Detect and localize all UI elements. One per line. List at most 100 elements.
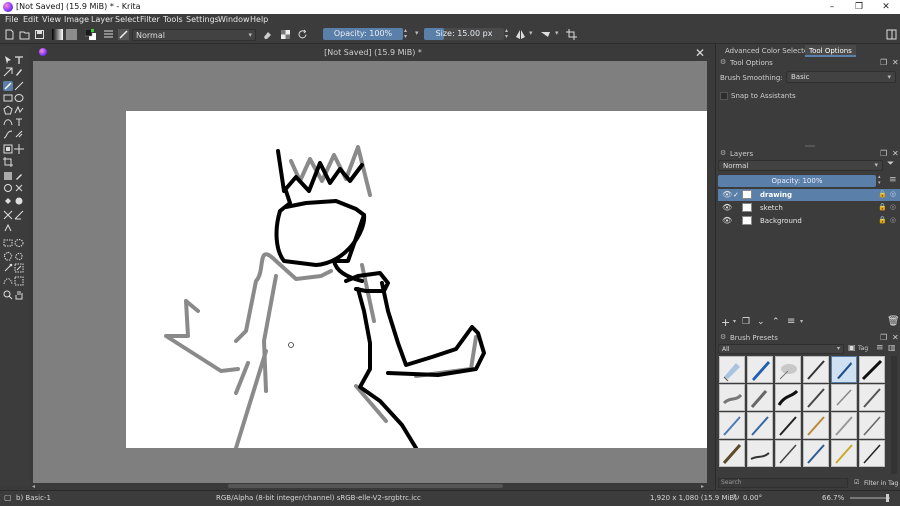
float-docker-icon[interactable]: ❐ <box>880 58 887 67</box>
color-picker-icon[interactable] <box>14 171 24 181</box>
save-icon[interactable] <box>34 29 45 40</box>
zoom-value[interactable]: 66.7% <box>822 494 844 502</box>
contiguous-select-icon[interactable] <box>3 263 13 273</box>
brush-preset-thin-pen[interactable] <box>775 440 801 467</box>
polyline-tool-icon[interactable] <box>14 105 24 115</box>
colorize-mask-icon[interactable] <box>3 183 13 193</box>
brush-preset-ink-fine[interactable] <box>859 440 885 467</box>
gradient-tool-icon[interactable] <box>3 171 13 181</box>
zoom-tool-icon[interactable] <box>3 290 13 300</box>
opacity-slider[interactable]: Opacity: 100% <box>323 28 403 40</box>
rotation-icon[interactable]: ↻ <box>733 493 740 502</box>
bezier-curve-icon[interactable] <box>3 117 13 127</box>
menu-file[interactable]: File <box>5 15 18 24</box>
delete-layer-icon[interactable]: 🗑 <box>887 316 900 327</box>
pan-tool-icon[interactable] <box>14 290 24 300</box>
smart-patch-icon[interactable] <box>14 183 24 193</box>
edit-shapes-icon[interactable] <box>3 67 13 77</box>
layer-row-drawing[interactable]: 👁 ✓ drawing 🔒 ◎ <box>718 189 900 201</box>
calligraphy-icon[interactable] <box>14 67 24 77</box>
magnetic-select-icon[interactable] <box>14 276 24 286</box>
bezier-select-icon[interactable] <box>3 276 13 286</box>
freehand-brush-icon[interactable] <box>3 81 13 91</box>
layer-properties-dropdown-icon[interactable]: ▾ <box>800 318 803 325</box>
tag-icon[interactable]: ▣ <box>848 343 856 352</box>
layer-alpha-icon[interactable]: ◎ <box>890 190 896 198</box>
size-stepper-icon[interactable]: ▴ ▾ <box>505 28 508 40</box>
rectangle-tool-icon[interactable] <box>3 93 13 103</box>
rect-select-icon[interactable] <box>3 238 13 248</box>
rotation-value[interactable]: 0.00° <box>743 494 762 502</box>
brush-preset-pen[interactable] <box>747 356 773 383</box>
mirror-v-dropdown-icon[interactable]: ▾ <box>555 29 559 37</box>
close-presets-icon[interactable]: ✕ <box>892 333 899 342</box>
menu-filter[interactable]: Filter <box>140 15 160 24</box>
menu-layer[interactable]: Layer <box>91 15 113 24</box>
snap-checkbox[interactable] <box>720 92 728 100</box>
layer-opacity-stepper-icon[interactable]: ▴ ▾ <box>878 174 881 186</box>
layer-menu-icon[interactable]: ≡ <box>889 175 897 185</box>
polygon-tool-icon[interactable] <box>3 105 13 115</box>
reference-images-icon[interactable] <box>3 223 13 233</box>
opacity-dropdown-icon[interactable]: ▾ <box>415 29 419 37</box>
select-shapes-icon[interactable] <box>3 55 13 65</box>
enclose-fill-icon[interactable] <box>14 196 24 206</box>
duplicate-layer-icon[interactable]: ❐ <box>742 317 750 327</box>
layer-properties-icon[interactable]: ≡ <box>787 316 795 327</box>
layer-blend-mode-dropdown[interactable]: Normal ▾ <box>718 160 883 171</box>
current-brush-name[interactable]: b) Basic-1 <box>16 494 51 502</box>
open-document-icon[interactable] <box>19 29 30 40</box>
multibrush-icon[interactable] <box>14 129 24 139</box>
menu-settings[interactable]: Settings <box>186 15 219 24</box>
tab-advanced-color-selector[interactable]: Advanced Color Selector <box>721 45 815 57</box>
assistant-tool-icon[interactable] <box>3 210 13 220</box>
add-layer-icon[interactable]: + <box>721 316 730 329</box>
layer-row-background[interactable]: 👁 Background 🔒 ◎ <box>718 215 900 227</box>
dynamic-brush-icon[interactable] <box>3 129 13 139</box>
layer-filter-icon[interactable]: ⏷ <box>887 159 894 169</box>
document-tab[interactable]: [Not Saved] (15.9 MiB) * ✕ <box>31 44 715 61</box>
layer-opacity-slider[interactable]: Opacity: 100% <box>718 175 876 187</box>
move-layer-up-icon[interactable]: ⌃ <box>772 317 780 327</box>
minimize-button[interactable]: – <box>818 1 846 13</box>
menu-edit[interactable]: Edit <box>23 15 39 24</box>
tag-label[interactable]: Tag <box>858 345 868 352</box>
preset-search-input[interactable]: Search <box>718 478 848 488</box>
preset-view-menu-icon[interactable]: ≡ <box>876 343 884 353</box>
move-layer-down-icon[interactable]: ⌄ <box>757 317 765 327</box>
measure-tool-icon[interactable] <box>14 210 24 220</box>
eraser-mode-icon[interactable] <box>262 29 273 40</box>
brush-preset-eraser[interactable] <box>719 356 745 383</box>
ellipse-select-icon[interactable] <box>14 238 24 248</box>
brush-preset-bristle[interactable] <box>719 440 745 467</box>
layer-lock-icon[interactable]: 🔒 <box>878 203 887 211</box>
brush-preset-icon[interactable] <box>118 29 129 40</box>
docker-splitter-handle[interactable] <box>805 145 815 147</box>
layer-lock-icon[interactable]: 🔒 <box>878 216 887 224</box>
float-layers-icon[interactable]: ❐ <box>880 149 887 158</box>
menu-select[interactable]: Select <box>115 15 140 24</box>
close-docker-icon[interactable]: ✕ <box>892 58 899 67</box>
scrollbar-thumb[interactable] <box>228 484 503 488</box>
brush-preset-blender[interactable] <box>747 412 773 439</box>
similar-select-icon[interactable] <box>14 263 24 273</box>
menu-window[interactable]: Window <box>218 15 250 24</box>
opacity-stepper-icon[interactable]: ▴ ▾ <box>404 28 407 40</box>
mirror-vertical-icon[interactable] <box>540 29 551 40</box>
brush-smoothing-dropdown[interactable]: Basic ▾ <box>786 71 896 83</box>
preset-scrollbar[interactable] <box>891 356 897 474</box>
add-layer-dropdown-icon[interactable]: ▾ <box>733 318 736 325</box>
fill-bucket-icon[interactable] <box>3 196 13 206</box>
line-tool-icon[interactable] <box>14 81 24 91</box>
preset-viewmode-icon[interactable]: ▥ <box>888 343 896 352</box>
freehand-path-icon[interactable] <box>14 117 24 127</box>
float-presets-icon[interactable]: ❐ <box>880 333 887 342</box>
crop-tool-icon[interactable] <box>3 157 13 167</box>
brush-preset-marker[interactable] <box>859 356 885 383</box>
scroll-right-icon[interactable]: ▸ <box>701 483 704 490</box>
new-document-icon[interactable] <box>4 29 15 40</box>
layer-lock-icon[interactable]: 🔒 <box>878 190 887 198</box>
visibility-eye-icon[interactable]: 👁 <box>722 190 732 199</box>
menu-image[interactable]: Image <box>64 15 89 24</box>
fg-bg-color-icon[interactable] <box>85 29 96 40</box>
